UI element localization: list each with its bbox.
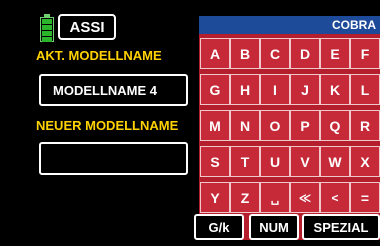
assistant-button[interactable]: ASSI [58, 14, 116, 40]
special-chars-button[interactable]: SPEZIAL [302, 214, 380, 240]
key-k[interactable]: K [320, 74, 350, 105]
key-d[interactable]: D [290, 38, 320, 69]
key-f[interactable]: F [350, 38, 380, 69]
key-z[interactable]: Z [230, 182, 260, 213]
key-u[interactable]: U [260, 146, 290, 177]
onscreen-keyboard: A B C D E F G H I J K L M N O P Q R S T … [199, 34, 380, 240]
keyboard-header: COBRA [199, 16, 380, 34]
key-r[interactable]: R [350, 110, 380, 141]
key-c[interactable]: C [260, 38, 290, 69]
key-t[interactable]: T [230, 146, 260, 177]
key-i[interactable]: I [260, 74, 290, 105]
key-equals[interactable]: = [350, 182, 380, 213]
new-model-name-input[interactable] [39, 142, 188, 175]
num-button[interactable]: NUM [249, 214, 299, 240]
current-model-name-field: MODELLNAME 4 [39, 74, 188, 106]
key-g[interactable]: G [200, 74, 230, 105]
key-j[interactable]: J [290, 74, 320, 105]
key-p[interactable]: P [290, 110, 320, 141]
key-v[interactable]: V [290, 146, 320, 177]
key-y[interactable]: Y [200, 182, 230, 213]
transmitter-screen: ASSI AKT. MODELLNAME MODELLNAME 4 NEUER … [0, 0, 380, 246]
key-e[interactable]: E [320, 38, 350, 69]
key-b[interactable]: B [230, 38, 260, 69]
key-h[interactable]: H [230, 74, 260, 105]
key-a[interactable]: A [200, 38, 230, 69]
key-backspace[interactable]: < [320, 182, 350, 213]
case-toggle-button[interactable]: G/k [194, 214, 244, 240]
current-model-name-label: AKT. MODELLNAME [36, 48, 162, 63]
key-m[interactable]: M [200, 110, 230, 141]
key-l[interactable]: L [350, 74, 380, 105]
key-w[interactable]: W [320, 146, 350, 177]
key-o[interactable]: O [260, 110, 290, 141]
keyboard-title: COBRA [332, 18, 376, 32]
key-backspace-all[interactable]: ≪ [290, 182, 320, 213]
key-x[interactable]: X [350, 146, 380, 177]
key-n[interactable]: N [230, 110, 260, 141]
key-q[interactable]: Q [320, 110, 350, 141]
key-s[interactable]: S [200, 146, 230, 177]
battery-icon [40, 14, 54, 42]
new-model-name-label: NEUER MODELLNAME [36, 118, 179, 133]
key-space[interactable]: ␣ [260, 182, 290, 213]
